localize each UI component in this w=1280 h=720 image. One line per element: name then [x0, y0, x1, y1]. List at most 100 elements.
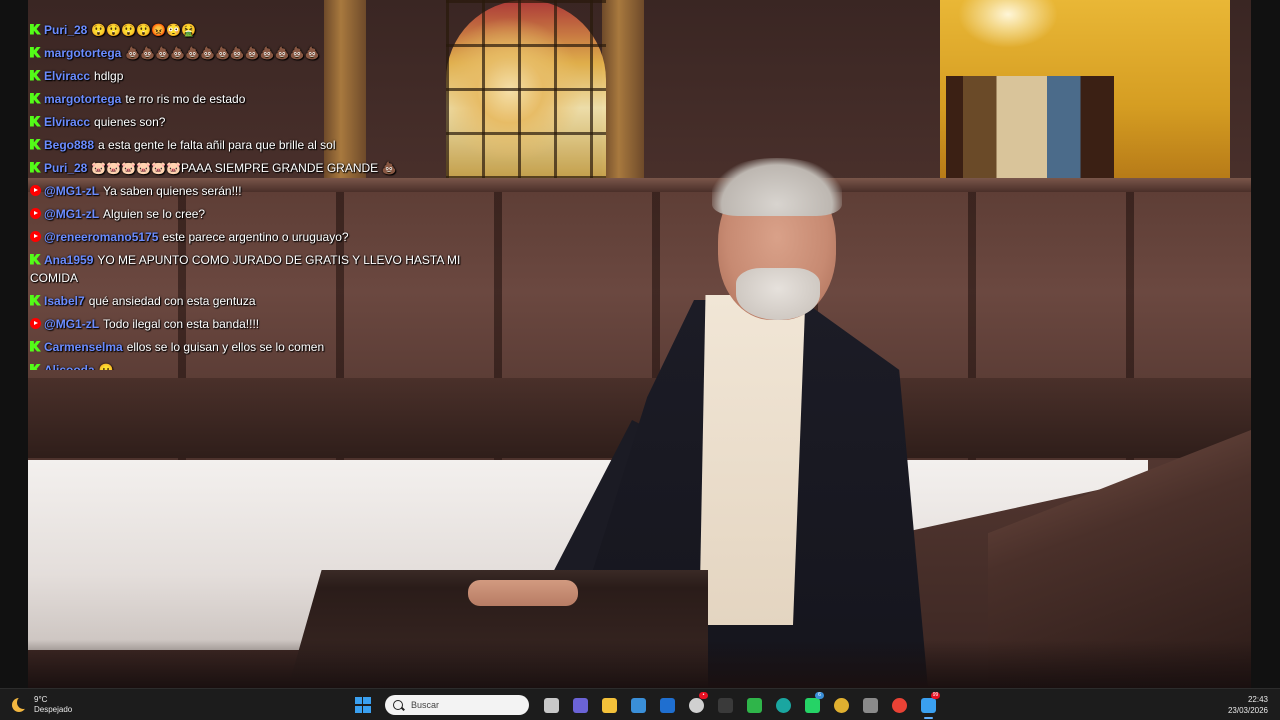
kick-icon: [30, 46, 41, 58]
person-hair: [712, 158, 842, 216]
chat-username: Isabel7: [44, 293, 85, 308]
chat-message: @MG1-zL Todo ilegal con esta banda!!!!: [28, 312, 468, 335]
chrome-dev-taskbar-button[interactable]: [829, 693, 854, 717]
outlook-icon: [660, 697, 675, 713]
chat-overlay: Puri_28 😲😲😲😲😡😳🤮 margotortega 💩💩💩💩💩💩💩💩💩💩💩💩💩 E…: [28, 18, 468, 370]
chrome-dev-icon: [834, 697, 849, 713]
file-explorer-icon: [602, 697, 617, 713]
kick-icon: [30, 363, 41, 370]
chat-username: margotortega: [44, 91, 122, 106]
chat-message: Carmenselma ellos se lo guisan y ellos se…: [28, 335, 468, 358]
chat-username: Elviracc: [44, 114, 91, 129]
edge-icon: [776, 697, 791, 713]
obs-icon: [718, 697, 733, 713]
chat-text: hdlgp: [94, 68, 124, 83]
chat-message: margotortega 💩💩💩💩💩💩💩💩💩💩💩💩💩: [28, 41, 468, 64]
clock-time: 22:43: [1247, 695, 1268, 704]
search-icon: [393, 700, 403, 710]
whatsapp-taskbar-button[interactable]: 6: [800, 692, 825, 717]
system-clock[interactable]: 22:43 23/03/2026: [1228, 694, 1268, 716]
task-view-icon: [544, 697, 559, 713]
telegram-icon: [921, 697, 936, 713]
chat-message: Alicooda 😐: [28, 358, 468, 370]
chat-text: a esta gente le falta añil para que bril…: [98, 137, 336, 152]
chat-text: 😐: [98, 362, 114, 371]
task-view-taskbar-button[interactable]: [539, 693, 564, 717]
camtasia-taskbar-button[interactable]: [742, 693, 767, 717]
notification-badge: •: [699, 692, 708, 699]
chat-text: Ya saben quienes serán!!!: [103, 183, 242, 198]
chat-text: 😲😲😲😲😡😳🤮: [91, 22, 196, 37]
chrome-taskbar-button[interactable]: [887, 693, 912, 717]
chat-username: Puri_28: [44, 160, 88, 175]
chat-message: @reneeromano5175 este parece argentino o …: [28, 225, 468, 248]
record-taskbar-button[interactable]: •: [684, 692, 709, 717]
chat-message: margotortega te rro ris mo de estado: [28, 87, 468, 110]
start-button[interactable]: [350, 693, 375, 717]
clock-date: 23/03/2026: [1227, 706, 1268, 715]
store-taskbar-button[interactable]: [626, 693, 651, 717]
chat-text: Todo ilegal con esta banda!!!!: [103, 316, 260, 331]
store-icon: [631, 697, 646, 713]
chat-message: @MG1-zL Ya saben quienes serán!!!: [28, 179, 468, 202]
chat-username: @reneeromano5175: [44, 229, 159, 244]
outlook-taskbar-button[interactable]: [655, 693, 680, 717]
kick-icon: [30, 23, 41, 35]
active-indicator: [924, 717, 933, 719]
youtube-icon: [30, 184, 41, 196]
kick-icon: [30, 253, 41, 265]
chat-text: quienes son?: [94, 114, 166, 129]
kick-icon: [30, 340, 41, 352]
weather-widget[interactable]: 9°C Despejado: [12, 694, 72, 716]
taskbar-apps: Buscar • 6 99: [350, 692, 941, 719]
floor-shadow: [28, 640, 1251, 688]
whatsapp-icon: [805, 697, 820, 713]
windows-icon: [354, 697, 371, 713]
chat-username: @MG1-zL: [44, 183, 100, 198]
chat-message: Elviracc quienes son?: [28, 110, 468, 133]
chat-text: este parece argentino o uruguayo?: [162, 229, 349, 244]
chat-username: Alicooda: [44, 362, 95, 371]
left-frame: [0, 0, 28, 688]
chat-text: Alguien se lo cree?: [103, 206, 206, 221]
edge-taskbar-button[interactable]: [771, 693, 796, 717]
taskbar-search[interactable]: Buscar: [385, 695, 529, 715]
chat-username: Carmenselma: [44, 339, 123, 354]
weather-description: Despejado: [34, 705, 73, 714]
vpn-icon: [863, 697, 878, 713]
chat-username: Ana1959: [44, 252, 94, 267]
chat-message: @MG1-zL Alguien se lo cree?: [28, 202, 468, 225]
desktop-screen: Puri_28 😲😲😲😲😡😳🤮 margotortega 💩💩💩💩💩💩💩💩💩💩💩💩💩 E…: [0, 0, 1280, 720]
chat-text: qué ansiedad con esta gentuza: [88, 293, 256, 308]
telegram-taskbar-button[interactable]: 99: [916, 692, 941, 719]
chat-message: Puri_28 😲😲😲😲😡😳🤮: [28, 18, 468, 41]
chandelier: [958, 0, 1058, 48]
camtasia-icon: [747, 697, 762, 713]
teams-icon: [573, 697, 588, 713]
person-beard: [736, 268, 820, 320]
kick-icon: [30, 69, 41, 81]
chat-username: @MG1-zL: [44, 316, 100, 331]
chat-username: Bego888: [44, 137, 95, 152]
chat-message: Elviracc hdlgp: [28, 64, 468, 87]
record-icon: [689, 697, 704, 713]
notification-badge: 99: [931, 692, 940, 699]
chat-text: te rro ris mo de estado: [125, 91, 246, 106]
chat-username: Puri_28: [44, 22, 88, 37]
chat-message: Ana1959 YO ME APUNTO COMO JURADO DE GRATI…: [28, 248, 468, 289]
right-frame: [1251, 0, 1280, 688]
chat-text: 🐷🐷🐷🐷🐷🐷PAAA SIEMPRE GRANDE GRANDE 💩: [91, 160, 397, 175]
youtube-icon: [30, 207, 41, 219]
kick-icon: [30, 138, 41, 150]
teams-taskbar-button[interactable]: [568, 693, 593, 717]
obs-taskbar-button[interactable]: [713, 693, 738, 717]
kick-icon: [30, 92, 41, 104]
chat-username: Elviracc: [44, 68, 91, 83]
file-explorer-taskbar-button[interactable]: [597, 693, 622, 717]
chat-message: Bego888 a esta gente le falta añil para q…: [28, 133, 468, 156]
chat-username: margotortega: [44, 45, 122, 60]
youtube-icon: [30, 317, 41, 329]
vpn-taskbar-button[interactable]: [858, 693, 883, 717]
weather-temperature: 9°C: [34, 695, 48, 704]
moon-icon: [12, 696, 30, 712]
